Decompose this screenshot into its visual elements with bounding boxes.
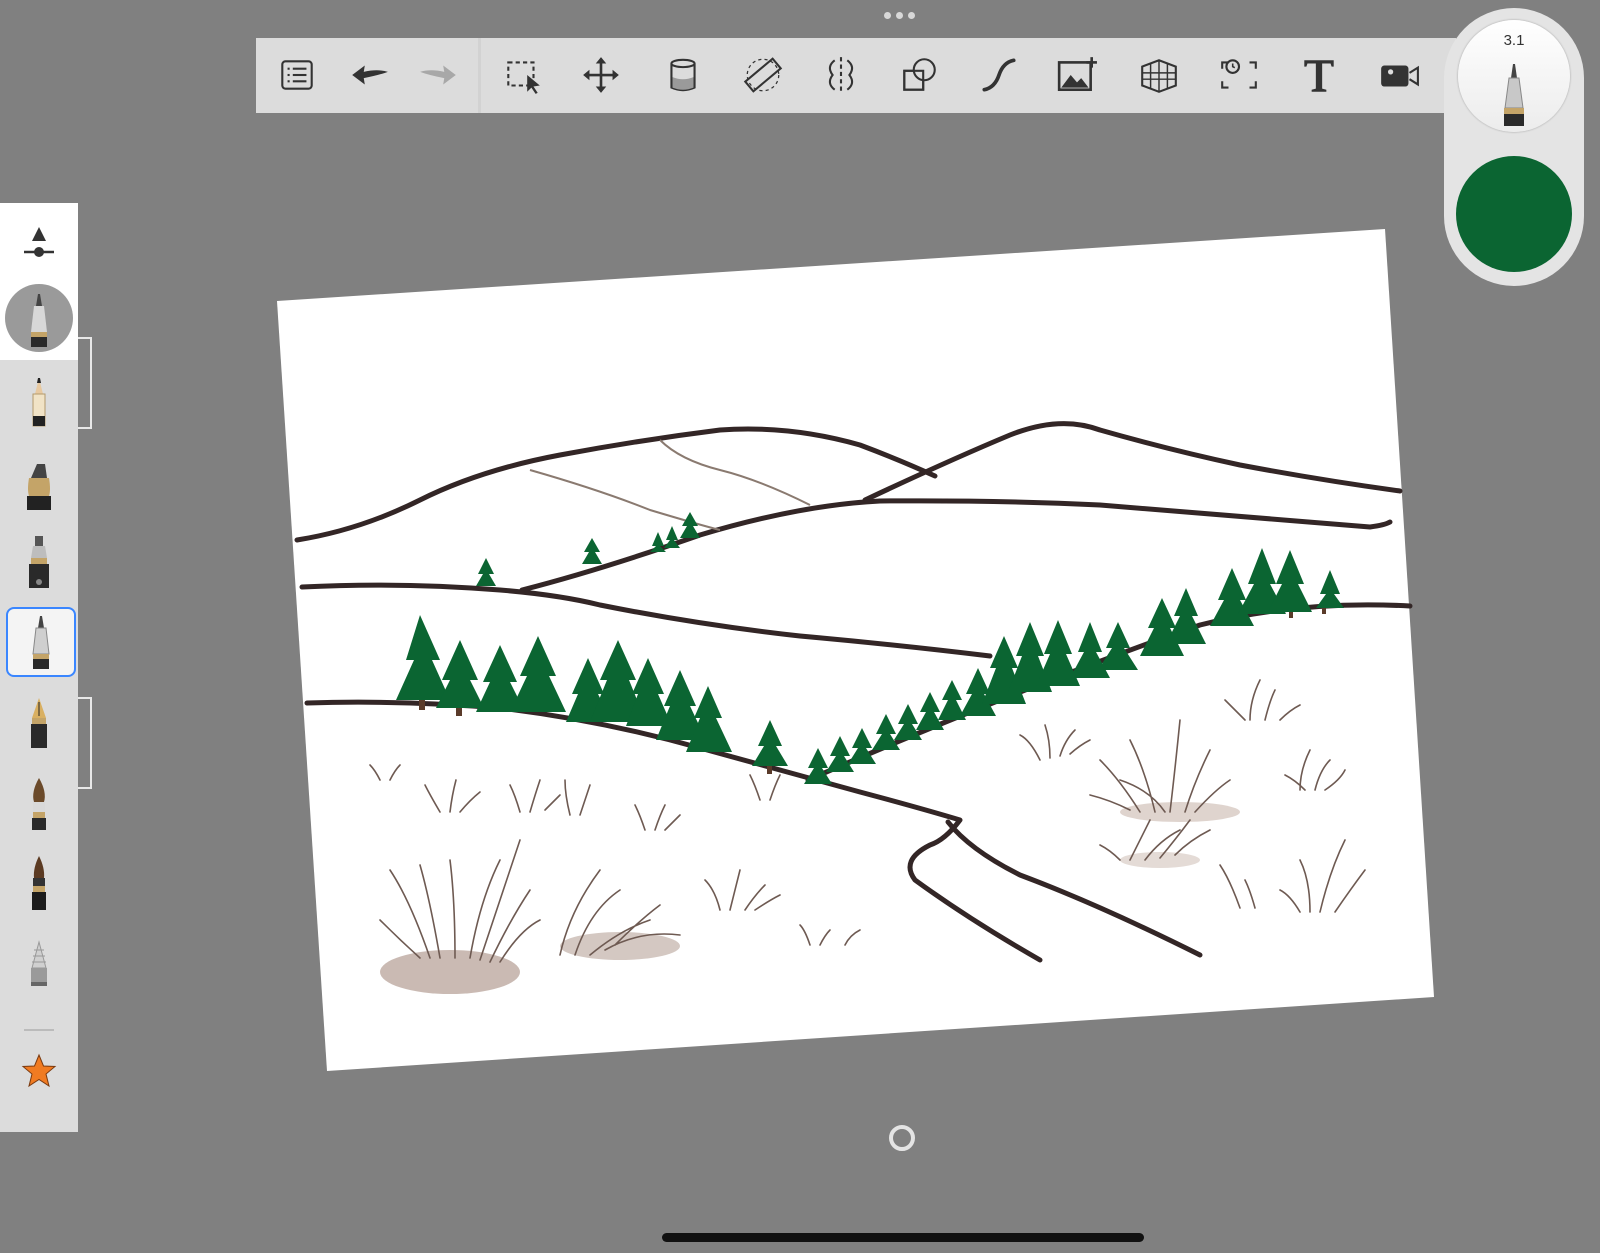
rotate-handle[interactable] bbox=[889, 1125, 915, 1151]
drawing-canvas[interactable] bbox=[0, 0, 1600, 1253]
canvas-paper bbox=[277, 229, 1434, 1071]
home-indicator bbox=[662, 1233, 1144, 1242]
